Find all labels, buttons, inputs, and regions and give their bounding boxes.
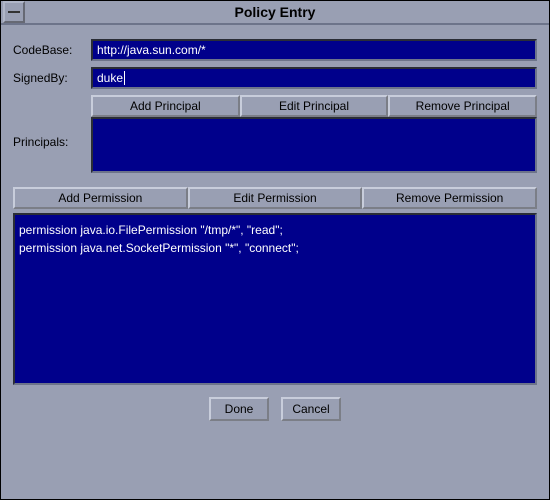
cancel-button[interactable]: Cancel <box>281 397 341 421</box>
principals-label: Principals: <box>13 117 91 173</box>
minimize-icon <box>8 11 20 13</box>
edit-permission-button[interactable]: Edit Permission <box>188 187 363 209</box>
codebase-label: CodeBase: <box>13 43 91 57</box>
add-principal-button[interactable]: Add Principal <box>91 95 240 117</box>
signedby-row: SignedBy: duke <box>13 67 537 89</box>
permission-item[interactable]: permission java.io.FilePermission "/tmp/… <box>19 221 531 239</box>
signedby-value: duke <box>97 71 123 85</box>
remove-permission-button[interactable]: Remove Permission <box>362 187 537 209</box>
codebase-row: CodeBase: http://java.sun.com/* <box>13 39 537 61</box>
done-button[interactable]: Done <box>209 397 269 421</box>
system-menu-button[interactable] <box>3 1 25 23</box>
permission-item[interactable]: permission java.net.SocketPermission "*"… <box>19 239 531 257</box>
titlebar: Policy Entry <box>1 1 549 25</box>
add-permission-button[interactable]: Add Permission <box>13 187 188 209</box>
text-caret <box>124 71 125 85</box>
principal-button-row: Add Principal Edit Principal Remove Prin… <box>91 95 537 117</box>
signedby-input[interactable]: duke <box>91 67 537 89</box>
principals-list[interactable] <box>91 117 537 173</box>
permissions-list[interactable]: permission java.io.FilePermission "/tmp/… <box>13 213 537 385</box>
policy-entry-window: Policy Entry CodeBase: http://java.sun.c… <box>0 0 550 500</box>
permission-button-row: Add Permission Edit Permission Remove Pe… <box>13 187 537 209</box>
principals-row: Principals: <box>13 117 537 173</box>
window-title: Policy Entry <box>25 4 525 20</box>
edit-principal-button[interactable]: Edit Principal <box>240 95 389 117</box>
codebase-value: http://java.sun.com/* <box>97 43 206 57</box>
signedby-label: SignedBy: <box>13 71 91 85</box>
content-area: CodeBase: http://java.sun.com/* SignedBy… <box>1 25 549 499</box>
codebase-input[interactable]: http://java.sun.com/* <box>91 39 537 61</box>
footer-buttons: Done Cancel <box>13 385 537 435</box>
remove-principal-button[interactable]: Remove Principal <box>388 95 537 117</box>
